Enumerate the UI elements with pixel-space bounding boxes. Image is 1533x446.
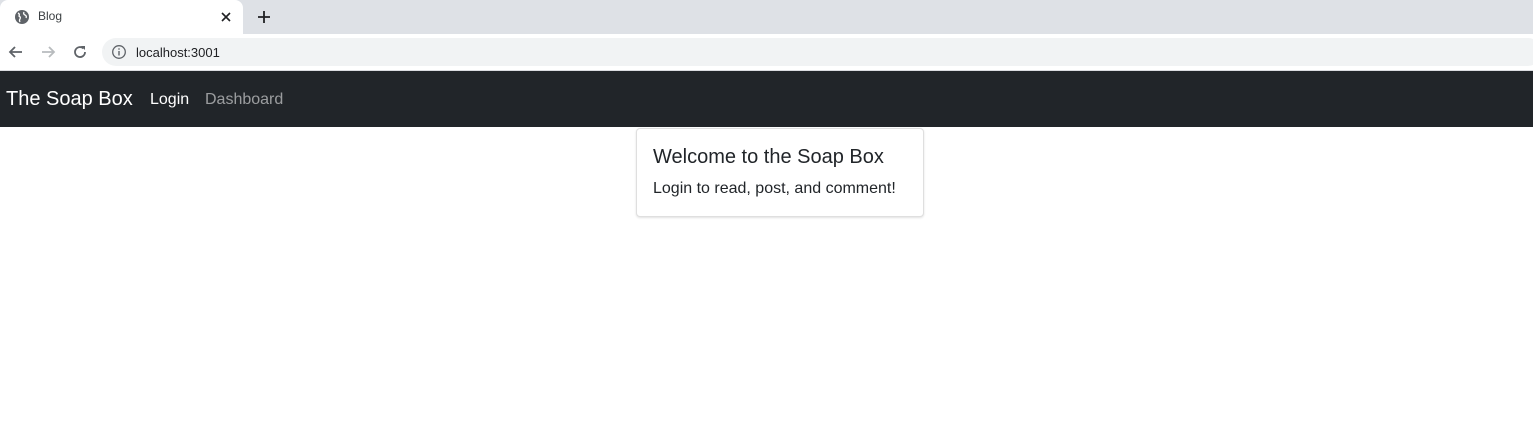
browser-toolbar: localhost:3001 bbox=[0, 34, 1533, 71]
url-text[interactable]: localhost:3001 bbox=[136, 45, 220, 60]
browser-tabstrip: Blog bbox=[0, 0, 1533, 34]
tab-title: Blog bbox=[38, 9, 63, 23]
forward-arrow-icon[interactable] bbox=[38, 42, 58, 62]
nav-link-dashboard[interactable]: Dashboard bbox=[205, 91, 283, 109]
welcome-card: Welcome to the Soap Box Login to read, p… bbox=[636, 128, 924, 217]
close-icon[interactable] bbox=[218, 9, 234, 25]
card-title: Welcome to the Soap Box bbox=[653, 146, 884, 168]
back-arrow-icon[interactable] bbox=[6, 42, 26, 62]
site-navbar: The Soap Box Login Dashboard bbox=[0, 71, 1533, 127]
globe-icon bbox=[15, 10, 29, 24]
reload-icon[interactable] bbox=[70, 42, 90, 62]
plus-icon[interactable] bbox=[254, 7, 274, 27]
browser-tab[interactable]: Blog bbox=[0, 0, 243, 34]
card-text: Login to read, post, and comment! bbox=[653, 180, 896, 197]
info-icon[interactable] bbox=[111, 44, 127, 60]
address-bar[interactable]: localhost:3001 bbox=[102, 38, 1533, 66]
site-brand[interactable]: The Soap Box bbox=[6, 88, 133, 111]
nav-link-login[interactable]: Login bbox=[150, 91, 189, 109]
